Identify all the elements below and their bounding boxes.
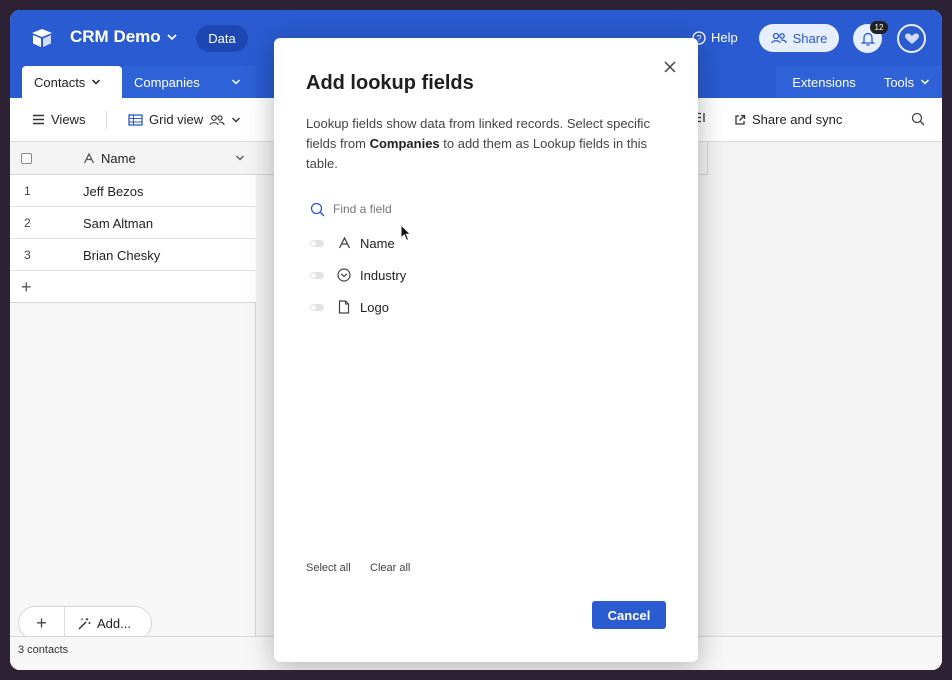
- tab-contacts[interactable]: Contacts: [22, 66, 122, 98]
- grid-primary-column: Name 1 Jeff Bezos 2 Sam Altman 3 Brian C…: [10, 142, 256, 636]
- grid-view-button[interactable]: Grid view: [128, 112, 241, 127]
- plus-icon: +: [36, 612, 47, 633]
- share-and-sync-button[interactable]: Share and sync: [734, 112, 842, 127]
- find-field-input[interactable]: [333, 202, 633, 216]
- lookup-field-option-logo[interactable]: Logo: [310, 296, 662, 318]
- row-name-cell[interactable]: Jeff Bezos: [83, 184, 143, 199]
- select-all-link[interactable]: Select all: [306, 562, 351, 574]
- grid-header-row: Name: [10, 142, 256, 175]
- row-name-cell[interactable]: Sam Altman: [83, 216, 153, 231]
- field-label: Industry: [360, 267, 407, 283]
- lookup-field-option-name[interactable]: Name: [310, 232, 662, 254]
- base-title[interactable]: CRM Demo: [70, 27, 161, 47]
- row-number: 1: [24, 184, 31, 198]
- avatar-heart-icon: [904, 33, 919, 44]
- chevron-down-icon: [921, 79, 930, 85]
- dialog-title: Add lookup fields: [306, 72, 474, 94]
- app-window: CRM Demo Data ? Help Share 12 Contacts C…: [10, 10, 942, 670]
- attachment-file-icon: [337, 300, 351, 314]
- users-icon: [770, 32, 787, 44]
- column-header-name[interactable]: Name: [83, 151, 136, 166]
- search-button[interactable]: [911, 112, 925, 126]
- external-link-icon: [735, 114, 746, 125]
- tab-contacts-label: Contacts: [34, 74, 86, 90]
- share-and-sync-label: Share and sync: [752, 112, 843, 127]
- field-label: Logo: [360, 299, 389, 315]
- tab-more-button[interactable]: [216, 66, 256, 98]
- grid-view-label: Grid view: [149, 112, 204, 127]
- toolbar-divider: [106, 111, 107, 129]
- field-toggle[interactable]: [310, 303, 324, 311]
- collaborators-icon: [209, 114, 225, 125]
- record-count: 3 contacts: [18, 644, 69, 656]
- linked-table-name: Companies: [369, 136, 440, 151]
- chevron-down-icon: [232, 117, 241, 122]
- text-a-icon: [83, 153, 95, 164]
- chevron-down-icon: [92, 79, 101, 85]
- help-button[interactable]: ? Help: [692, 30, 738, 45]
- tab-companies[interactable]: Companies: [122, 66, 216, 98]
- tab-companies-label: Companies: [134, 74, 200, 90]
- magic-wand-icon: [78, 617, 91, 629]
- field-toggle[interactable]: [310, 271, 324, 279]
- search-icon: [310, 202, 325, 216]
- column-header-label: Name: [101, 151, 136, 166]
- field-label: Name: [360, 235, 395, 251]
- extensions-button[interactable]: Extensions: [776, 66, 872, 98]
- share-label: Share: [792, 30, 828, 46]
- table-row[interactable]: 3 Brian Chesky: [10, 239, 256, 271]
- row-name-cell[interactable]: Brian Chesky: [83, 248, 160, 263]
- clear-all-link[interactable]: Clear all: [370, 562, 410, 574]
- help-label: Help: [711, 30, 738, 45]
- tools-button[interactable]: Tools: [872, 66, 942, 98]
- add-record-row[interactable]: +: [10, 271, 256, 303]
- mouse-cursor-icon: [400, 224, 412, 242]
- table-row[interactable]: 1 Jeff Bezos: [10, 175, 256, 207]
- add-lookup-fields-dialog: Add lookup fields Lookup fields show dat…: [274, 38, 698, 662]
- views-label: Views: [51, 112, 86, 127]
- menu-lines-icon: [33, 114, 44, 125]
- search-icon: [911, 112, 925, 126]
- field-search: [310, 198, 662, 220]
- lookup-field-option-industry[interactable]: Industry: [310, 264, 662, 286]
- add-with-ai-button[interactable]: Add...: [77, 616, 131, 631]
- plus-icon: +: [21, 277, 32, 297]
- row-number: 3: [24, 248, 31, 262]
- data-section-pill[interactable]: Data: [196, 25, 248, 52]
- row-number: 2: [24, 216, 31, 230]
- field-toggle[interactable]: [310, 239, 324, 247]
- close-icon[interactable]: [663, 60, 677, 74]
- add-record-button[interactable]: +: [19, 607, 65, 639]
- floating-add-bar: + Add...: [18, 606, 152, 640]
- views-button[interactable]: Views: [32, 112, 85, 127]
- dialog-description: Lookup fields show data from linked reco…: [306, 114, 666, 174]
- cancel-button[interactable]: Cancel: [592, 601, 666, 629]
- grid-icon: [128, 113, 143, 126]
- single-select-icon: [337, 268, 351, 282]
- tools-label: Tools: [883, 74, 915, 90]
- chevron-down-icon[interactable]: [235, 154, 245, 162]
- base-logo-icon[interactable]: [30, 27, 54, 49]
- add-label: Add...: [97, 616, 131, 631]
- table-row[interactable]: 2 Sam Altman: [10, 207, 256, 239]
- user-avatar[interactable]: [897, 24, 926, 53]
- bell-icon: [860, 32, 875, 46]
- notification-count-badge: 12: [870, 21, 888, 34]
- chevron-down-icon[interactable]: [166, 32, 178, 42]
- text-a-icon: [337, 236, 351, 250]
- share-button[interactable]: Share: [759, 24, 839, 52]
- select-all-checkbox[interactable]: [21, 153, 32, 164]
- chevron-down-icon: [231, 79, 241, 85]
